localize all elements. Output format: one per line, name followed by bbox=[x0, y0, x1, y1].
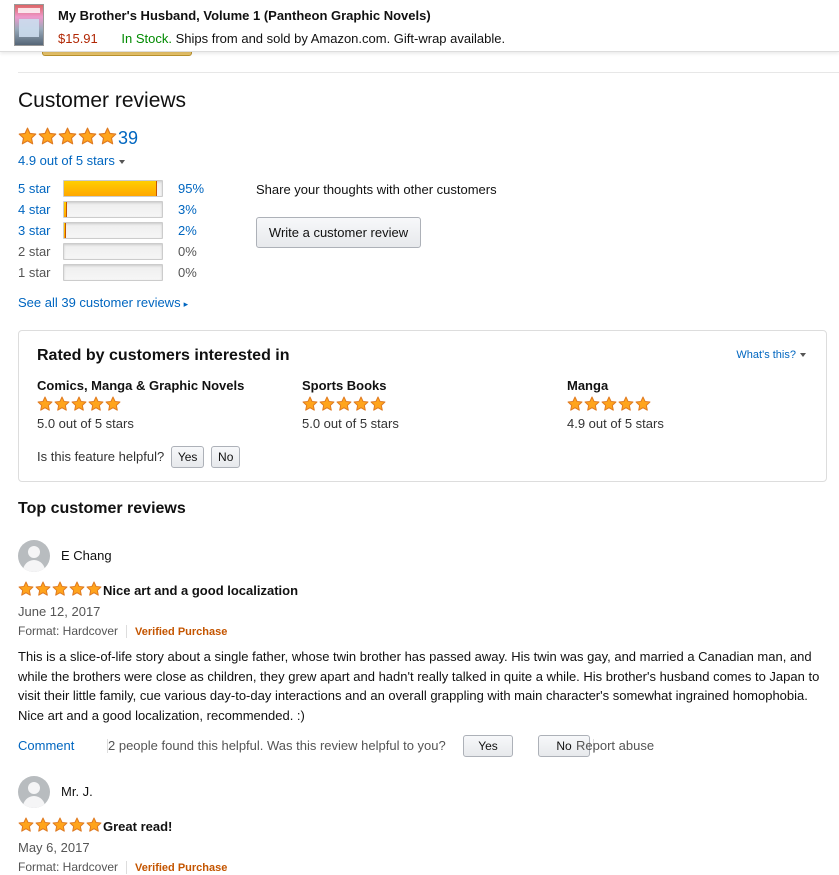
review-helpful-yes-button[interactable]: Yes bbox=[463, 735, 513, 757]
average-rating-row[interactable]: 39 bbox=[18, 127, 138, 149]
category-stars-icon bbox=[567, 396, 651, 412]
review-format[interactable]: Format: Hardcover bbox=[18, 624, 118, 638]
divider bbox=[126, 625, 128, 639]
review-title[interactable]: Great read! bbox=[103, 819, 172, 834]
product-availability-line: $15.91 In Stock. Ships from and sold by … bbox=[58, 31, 505, 46]
category-name: Comics, Manga & Graphic Novels bbox=[37, 378, 245, 393]
review-stars-icon[interactable] bbox=[18, 581, 102, 597]
rating-histogram: 5 star 95% 4 star 3% 3 star 2% 2 star 0% 1 star 0… bbox=[18, 179, 258, 284]
category-rating: 4.9 out of 5 stars bbox=[567, 415, 664, 431]
review-author[interactable]: Mr. J. bbox=[61, 784, 93, 799]
see-all-reviews-link[interactable]: See all 39 customer reviews ▸ bbox=[18, 295, 188, 310]
histogram-bar-fill bbox=[64, 202, 67, 217]
feature-helpful-no-button[interactable]: No bbox=[211, 446, 241, 468]
verified-purchase-badge[interactable]: Verified Purchase bbox=[135, 626, 227, 638]
histogram-bar[interactable] bbox=[63, 222, 163, 239]
product-price: $15.91 bbox=[58, 31, 98, 46]
category-name: Sports Books bbox=[302, 378, 387, 393]
rated-category: Manga 4.9 out of 5 stars bbox=[567, 378, 807, 431]
review-actions: Comment 2 people found this helpful. Was… bbox=[18, 734, 828, 758]
rated-category: Sports Books 5.0 out of 5 stars bbox=[302, 378, 542, 431]
product-thumbnail[interactable] bbox=[14, 4, 44, 46]
histogram-bar[interactable] bbox=[63, 180, 163, 197]
top-reviews-heading: Top customer reviews bbox=[18, 500, 186, 517]
review-item: Mr. J. Great read! May 6, 2017 Format: H… bbox=[18, 776, 828, 875]
histogram-bar-fill bbox=[64, 181, 158, 196]
total-reviews-count[interactable]: 39 bbox=[118, 128, 138, 149]
category-stars-icon bbox=[302, 396, 386, 412]
histogram-star-label: 2 star bbox=[18, 244, 51, 259]
histogram-bar-fill bbox=[64, 223, 66, 238]
review-body: This is a slice-of-life story about a si… bbox=[18, 649, 820, 723]
comment-link[interactable]: Comment bbox=[18, 738, 74, 753]
histogram-star-label[interactable]: 5 star bbox=[18, 181, 51, 196]
review-stars-icon[interactable] bbox=[18, 817, 102, 833]
stock-status: In Stock. bbox=[121, 31, 172, 46]
average-stars-icon bbox=[18, 127, 117, 146]
verified-purchase-badge[interactable]: Verified Purchase bbox=[135, 862, 227, 874]
whats-this-link[interactable]: What's this? bbox=[736, 349, 806, 361]
feature-helpful-yes-button[interactable]: Yes bbox=[170, 446, 205, 468]
avatar-icon[interactable] bbox=[18, 540, 50, 572]
review-format[interactable]: Format: Hardcover bbox=[18, 860, 118, 874]
review-date: May 6, 2017 bbox=[18, 840, 90, 855]
histogram-row: 1 star 0% bbox=[18, 263, 258, 284]
histogram-percent[interactable]: 95% bbox=[178, 181, 204, 196]
histogram-row: 2 star 0% bbox=[18, 242, 258, 263]
histogram-row[interactable]: 5 star 95% bbox=[18, 179, 258, 200]
chevron-down-icon bbox=[118, 159, 125, 164]
section-divider bbox=[18, 72, 839, 73]
divider bbox=[126, 861, 128, 875]
whats-this-label[interactable]: What's this? bbox=[736, 349, 796, 361]
category-rating: 5.0 out of 5 stars bbox=[37, 415, 134, 431]
rated-by-title: Rated by customers interested in bbox=[37, 347, 290, 364]
review-format-row: Format: Hardcover Verified Purchase bbox=[18, 624, 227, 639]
product-title[interactable]: My Brother's Husband, Volume 1 (Pantheon… bbox=[58, 8, 431, 23]
histogram-star-label[interactable]: 4 star bbox=[18, 202, 51, 217]
add-to-cart-button-edge[interactable] bbox=[42, 52, 192, 56]
share-thoughts-text: Share your thoughts with other customers bbox=[256, 182, 497, 197]
rated-category: Comics, Manga & Graphic Novels 5.0 out o… bbox=[37, 378, 277, 431]
see-all-reviews-label[interactable]: See all 39 customer reviews bbox=[18, 295, 181, 310]
feature-helpful-question: Is this feature helpful? bbox=[37, 449, 165, 464]
feature-helpful-row: Is this feature helpful? Yes No bbox=[37, 446, 241, 468]
chevron-down-icon bbox=[800, 353, 806, 358]
rated-by-customers-box: Rated by customers interested in What's … bbox=[18, 330, 827, 482]
category-rating: 5.0 out of 5 stars bbox=[302, 415, 399, 431]
report-abuse-link[interactable]: Report abuse bbox=[576, 738, 654, 753]
sticky-product-bar: My Brother's Husband, Volume 1 (Pantheon… bbox=[0, 0, 839, 52]
histogram-star-label[interactable]: 3 star bbox=[18, 223, 51, 238]
shipping-info: Ships from and sold by Amazon.com. Gift-… bbox=[175, 31, 506, 46]
review-helpful-text: 2 people found this helpful. Was this re… bbox=[108, 738, 446, 753]
customer-reviews-heading: Customer reviews bbox=[18, 89, 187, 112]
review-format-row: Format: Hardcover Verified Purchase bbox=[18, 860, 227, 875]
histogram-bar bbox=[63, 243, 163, 260]
review-date: June 12, 2017 bbox=[18, 604, 101, 619]
review-title[interactable]: Nice art and a good localization bbox=[103, 583, 298, 598]
histogram-bar[interactable] bbox=[63, 201, 163, 218]
histogram-row[interactable]: 3 star 2% bbox=[18, 221, 258, 242]
histogram-row[interactable]: 4 star 3% bbox=[18, 200, 258, 221]
avatar-icon[interactable] bbox=[18, 776, 50, 808]
category-name: Manga bbox=[567, 378, 609, 393]
histogram-star-label: 1 star bbox=[18, 265, 51, 280]
category-stars-icon bbox=[37, 396, 121, 412]
average-rating-text[interactable]: 4.9 out of 5 stars bbox=[18, 153, 125, 168]
review-author[interactable]: E Chang bbox=[61, 548, 112, 563]
chevron-right-icon: ▸ bbox=[183, 299, 189, 309]
histogram-bar bbox=[63, 264, 163, 281]
histogram-percent: 0% bbox=[178, 244, 197, 259]
average-rating-label[interactable]: 4.9 out of 5 stars bbox=[18, 153, 115, 168]
histogram-percent: 0% bbox=[178, 265, 197, 280]
review-item: E Chang Nice art and a good localization… bbox=[18, 540, 828, 760]
histogram-percent[interactable]: 3% bbox=[178, 202, 197, 217]
write-review-button[interactable]: Write a customer review bbox=[256, 217, 421, 248]
histogram-percent[interactable]: 2% bbox=[178, 223, 197, 238]
